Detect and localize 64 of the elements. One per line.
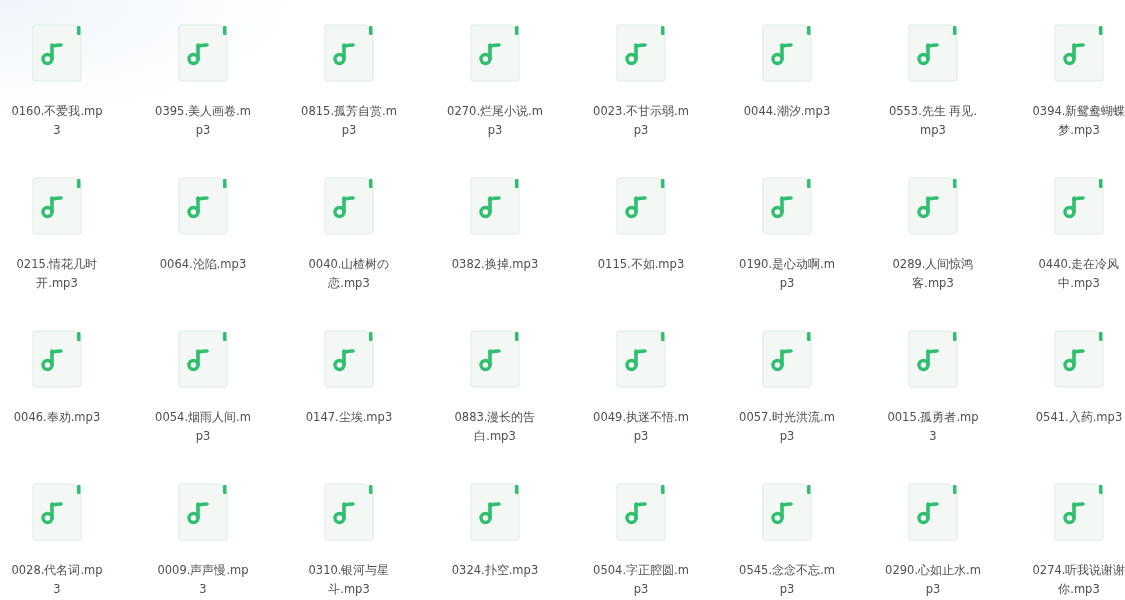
music-file-icon[interactable] bbox=[908, 177, 958, 235]
file-name[interactable]: 0440.走在冷风中.mp3 bbox=[1031, 255, 1125, 293]
file-name[interactable]: 0147.尘埃.mp3 bbox=[305, 408, 393, 427]
music-file-icon[interactable] bbox=[762, 177, 812, 235]
music-file-icon[interactable] bbox=[470, 483, 520, 541]
file-name[interactable]: 0028.代名词.mp3 bbox=[9, 561, 105, 599]
music-file-icon[interactable] bbox=[908, 483, 958, 541]
music-file-icon[interactable] bbox=[1054, 483, 1104, 541]
file-name[interactable]: 0046.奉劝.mp3 bbox=[13, 408, 101, 427]
file-name[interactable]: 0395.美人画卷.mp3 bbox=[155, 102, 251, 140]
file-name[interactable]: 0040.山楂树の恋.mp3 bbox=[301, 255, 397, 293]
music-file-icon[interactable] bbox=[762, 483, 812, 541]
music-file-icon[interactable] bbox=[908, 24, 958, 82]
music-file-icon[interactable] bbox=[762, 24, 812, 82]
file-name[interactable]: 0270.烂尾小说.mp3 bbox=[447, 102, 543, 140]
file-name[interactable]: 0290.心如止水.mp3 bbox=[885, 561, 981, 599]
music-file-icon[interactable] bbox=[32, 24, 82, 82]
file-name[interactable]: 0009.声声慢.mp3 bbox=[155, 561, 251, 599]
music-file-icon[interactable] bbox=[178, 330, 228, 388]
file-name[interactable]: 0382.换掉.mp3 bbox=[451, 255, 539, 274]
file-name[interactable]: 0054.烟雨人间.mp3 bbox=[155, 408, 251, 446]
music-file-icon[interactable] bbox=[1054, 24, 1104, 82]
file-name[interactable]: 0815.孤芳自赏.mp3 bbox=[301, 102, 397, 140]
music-file-icon[interactable] bbox=[762, 330, 812, 388]
file-name[interactable]: 0883.漫长的告白.mp3 bbox=[447, 408, 543, 446]
file-name[interactable]: 0049.执迷不悟.mp3 bbox=[593, 408, 689, 446]
music-file-icon[interactable] bbox=[908, 330, 958, 388]
music-file-icon[interactable] bbox=[178, 24, 228, 82]
file-name[interactable]: 0289.人间惊鸿客.mp3 bbox=[885, 255, 981, 293]
music-file-icon[interactable] bbox=[616, 24, 666, 82]
music-file-icon[interactable] bbox=[324, 177, 374, 235]
music-file-icon[interactable] bbox=[324, 330, 374, 388]
file-name[interactable]: 0190.是心动啊.mp3 bbox=[739, 255, 835, 293]
file-name[interactable]: 0044.潮汐.mp3 bbox=[743, 102, 831, 121]
file-name[interactable]: 0324.扑空.mp3 bbox=[451, 561, 539, 580]
file-name[interactable]: 0553.先生 再见.mp3 bbox=[885, 102, 981, 140]
music-file-icon[interactable] bbox=[616, 330, 666, 388]
file-name[interactable]: 0215.情花几时开.mp3 bbox=[9, 255, 105, 293]
file-name[interactable]: 0015.孤勇者.mp3 bbox=[885, 408, 981, 446]
music-file-icon[interactable] bbox=[324, 483, 374, 541]
file-name[interactable]: 0545.念念不忘.mp3 bbox=[739, 561, 835, 599]
file-name[interactable]: 0057.时光洪流.mp3 bbox=[739, 408, 835, 446]
music-file-icon[interactable] bbox=[178, 483, 228, 541]
music-file-icon[interactable] bbox=[32, 330, 82, 388]
file-name[interactable]: 0160.不爱我.mp3 bbox=[9, 102, 105, 140]
file-name[interactable]: 0394.新鸳鸯蝴蝶梦.mp3 bbox=[1031, 102, 1125, 140]
music-file-icon[interactable] bbox=[470, 177, 520, 235]
music-file-icon[interactable] bbox=[1054, 330, 1104, 388]
file-name[interactable]: 0541.入药.mp3 bbox=[1035, 408, 1123, 427]
music-file-icon[interactable] bbox=[178, 177, 228, 235]
file-name[interactable]: 0115.不如.mp3 bbox=[597, 255, 685, 274]
file-name[interactable]: 0504.字正腔圆.mp3 bbox=[593, 561, 689, 599]
file-name[interactable]: 0023.不甘示弱.mp3 bbox=[593, 102, 689, 140]
music-file-icon[interactable] bbox=[324, 24, 374, 82]
music-file-icon[interactable] bbox=[1054, 177, 1104, 235]
music-file-icon[interactable] bbox=[470, 24, 520, 82]
file-name[interactable]: 0064.沦陷.mp3 bbox=[159, 255, 247, 274]
music-file-icon[interactable] bbox=[32, 177, 82, 235]
music-file-icon[interactable] bbox=[32, 483, 82, 541]
music-file-icon[interactable] bbox=[616, 483, 666, 541]
file-name[interactable]: 0310.银河与星斗.mp3 bbox=[301, 561, 397, 599]
music-file-icon[interactable] bbox=[470, 330, 520, 388]
file-name[interactable]: 0274.听我说谢谢你.mp3 bbox=[1031, 561, 1125, 599]
music-file-icon[interactable] bbox=[616, 177, 666, 235]
